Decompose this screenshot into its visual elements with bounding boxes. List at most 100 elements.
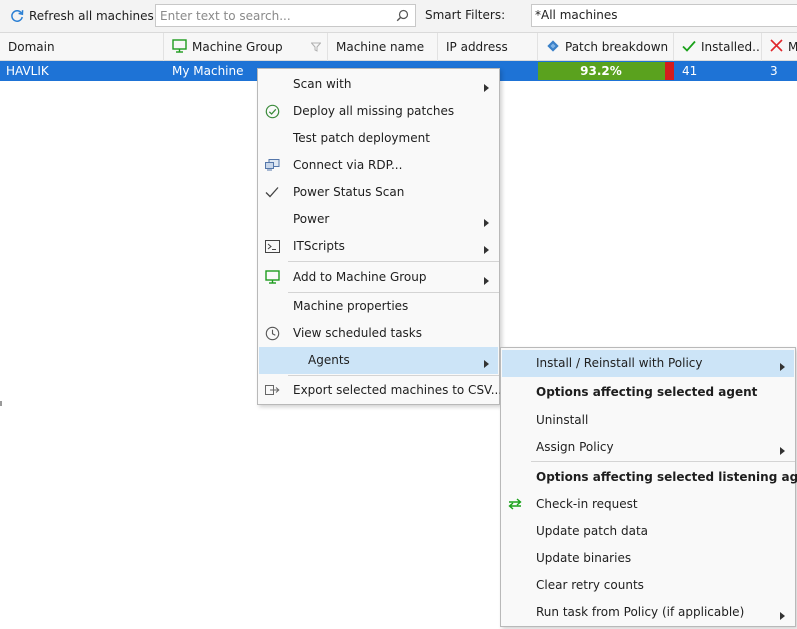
menu-item-label: Update patch data (536, 524, 648, 538)
monitor-icon (172, 38, 187, 56)
menu-item-scan-with[interactable]: Scan with (259, 71, 498, 98)
menu-item-add-to-machine-group[interactable]: Add to Machine Group (259, 264, 498, 291)
menu-item-uninstall[interactable]: Uninstall (502, 407, 794, 434)
column-header-patch-breakdown[interactable]: Patch breakdown (538, 33, 674, 61)
refresh-all-machines-button[interactable]: Refresh all machines (5, 5, 159, 27)
menu-item-label: Scan with (293, 77, 352, 91)
submenu-arrow-icon (780, 444, 785, 458)
agents-submenu: Install / Reinstall with Policy Options … (500, 347, 797, 627)
column-header-label: Installed... (701, 40, 762, 54)
menu-item-label: Connect via RDP... (293, 158, 403, 172)
column-header-ip-address[interactable]: IP address (438, 33, 538, 61)
submenu-arrow-icon (484, 357, 489, 371)
column-header-label: Patch breakdown (565, 40, 669, 54)
refresh-icon (10, 9, 24, 23)
sync-arrows-icon (507, 496, 523, 512)
menu-item-deploy-all-missing-patches[interactable]: Deploy all missing patches (259, 98, 498, 125)
submenu-arrow-icon (484, 274, 489, 288)
clock-icon (264, 325, 280, 341)
search-input[interactable] (156, 5, 386, 26)
submenu-arrow-icon (484, 243, 489, 257)
smart-filters-select[interactable]: *All machines (531, 4, 797, 27)
cell-installed: 41 (682, 64, 698, 78)
context-menu: Scan with Deploy all missing patches Tes… (257, 68, 502, 405)
menu-item-power[interactable]: Power (259, 206, 498, 233)
menu-separator (531, 461, 795, 462)
x-icon (770, 39, 783, 55)
menu-item-connect-via-rdp[interactable]: Connect via RDP... (259, 152, 498, 179)
menu-item-label: Power Status Scan (293, 185, 405, 199)
menu-item-label: Options affecting selected agent (536, 385, 758, 399)
menu-separator (288, 261, 499, 262)
check-circle-icon (264, 103, 280, 119)
menu-item-label: Machine properties (293, 299, 409, 313)
patch-percent: 93.2% (580, 64, 622, 78)
menu-item-export-selected-machines-to-csv[interactable]: Export selected machines to CSV... (259, 377, 502, 404)
grid-header: Domain Machine Group Machine name IP add… (0, 33, 797, 61)
menu-item-label: Update binaries (536, 551, 632, 565)
column-header-label: Machine name (336, 40, 425, 54)
diamond-icon (546, 39, 560, 56)
submenu-arrow-icon (780, 609, 785, 623)
smart-filters-label: Smart Filters: (425, 8, 506, 22)
menu-item-agents[interactable]: Agents (259, 347, 498, 374)
cell-missing: 3 (770, 64, 778, 78)
menu-header-options-affecting-selected-agent: Options affecting selected agent (502, 379, 794, 406)
column-header-missing[interactable]: M (762, 33, 797, 61)
terminal-icon (264, 238, 280, 254)
menu-item-install-reinstall-with-policy[interactable]: Install / Reinstall with Policy (502, 350, 794, 377)
menu-item-label: Options affecting selected listening age… (536, 470, 797, 484)
rdp-icon (264, 157, 280, 173)
submenu-arrow-icon (780, 360, 785, 374)
column-header-label: IP address (446, 40, 508, 54)
menu-item-label: Agents (308, 353, 350, 367)
menu-item-label: Test patch deployment (293, 131, 430, 145)
column-header-label: Domain (8, 40, 55, 54)
menu-item-label: Install / Reinstall with Policy (536, 356, 703, 370)
menu-item-label: View scheduled tasks (293, 326, 423, 340)
check-icon (682, 40, 696, 55)
patch-missing-segment (665, 62, 674, 80)
menu-item-label: Add to Machine Group (293, 270, 427, 284)
menu-item-label: Run task from Policy (if applicable) (536, 605, 745, 619)
menu-header-options-affecting-selected-listening-agent: Options affecting selected listening age… (502, 464, 797, 491)
menu-item-test-patch-deployment[interactable]: Test patch deployment (259, 125, 498, 152)
menu-item-update-binaries[interactable]: Update binaries (502, 545, 794, 572)
column-header-installed[interactable]: Installed... (674, 33, 762, 61)
column-header-domain[interactable]: Domain (0, 33, 164, 61)
menu-item-label: Export selected machines to CSV... (293, 383, 503, 397)
menu-item-view-scheduled-tasks[interactable]: View scheduled tasks (259, 320, 498, 347)
menu-item-label: Deploy all missing patches (293, 104, 455, 118)
menu-item-run-task-from-policy[interactable]: Run task from Policy (if applicable) (502, 599, 794, 626)
column-header-label: Machine Group (192, 40, 283, 54)
menu-item-label: Uninstall (536, 413, 589, 427)
submenu-arrow-icon (484, 216, 489, 230)
menu-separator (288, 375, 499, 376)
menu-item-label: Power (293, 212, 330, 226)
monitor-icon (264, 269, 280, 285)
menu-item-assign-policy[interactable]: Assign Policy (502, 434, 794, 461)
menu-item-clear-retry-counts[interactable]: Clear retry counts (502, 572, 794, 599)
window-edge-mark (0, 401, 2, 406)
export-icon (264, 382, 280, 398)
submenu-arrow-icon (484, 81, 489, 95)
column-header-label: M (788, 40, 797, 54)
filter-icon[interactable] (310, 41, 322, 55)
menu-item-power-status-scan[interactable]: Power Status Scan (259, 179, 498, 206)
patch-breakdown-bar: 93.2% (538, 62, 674, 80)
menu-item-check-in-request[interactable]: Check-in request (502, 491, 794, 518)
menu-item-update-patch-data[interactable]: Update patch data (502, 518, 794, 545)
checkmark-icon (264, 184, 280, 200)
search-box (155, 4, 416, 27)
column-header-machine-group[interactable]: Machine Group (164, 33, 328, 61)
menu-item-itscripts[interactable]: ITScripts (259, 233, 498, 260)
menu-item-label: ITScripts (293, 239, 345, 253)
menu-item-label: Assign Policy (536, 440, 614, 454)
menu-item-label: Clear retry counts (536, 578, 644, 592)
menu-item-machine-properties[interactable]: Machine properties (259, 293, 498, 320)
column-header-machine-name[interactable]: Machine name (328, 33, 438, 61)
refresh-label: Refresh all machines (29, 9, 154, 23)
search-icon[interactable] (396, 9, 409, 25)
menu-item-label: Check-in request (536, 497, 638, 511)
toolbar: Refresh all machines Smart Filters: *All… (0, 0, 797, 33)
